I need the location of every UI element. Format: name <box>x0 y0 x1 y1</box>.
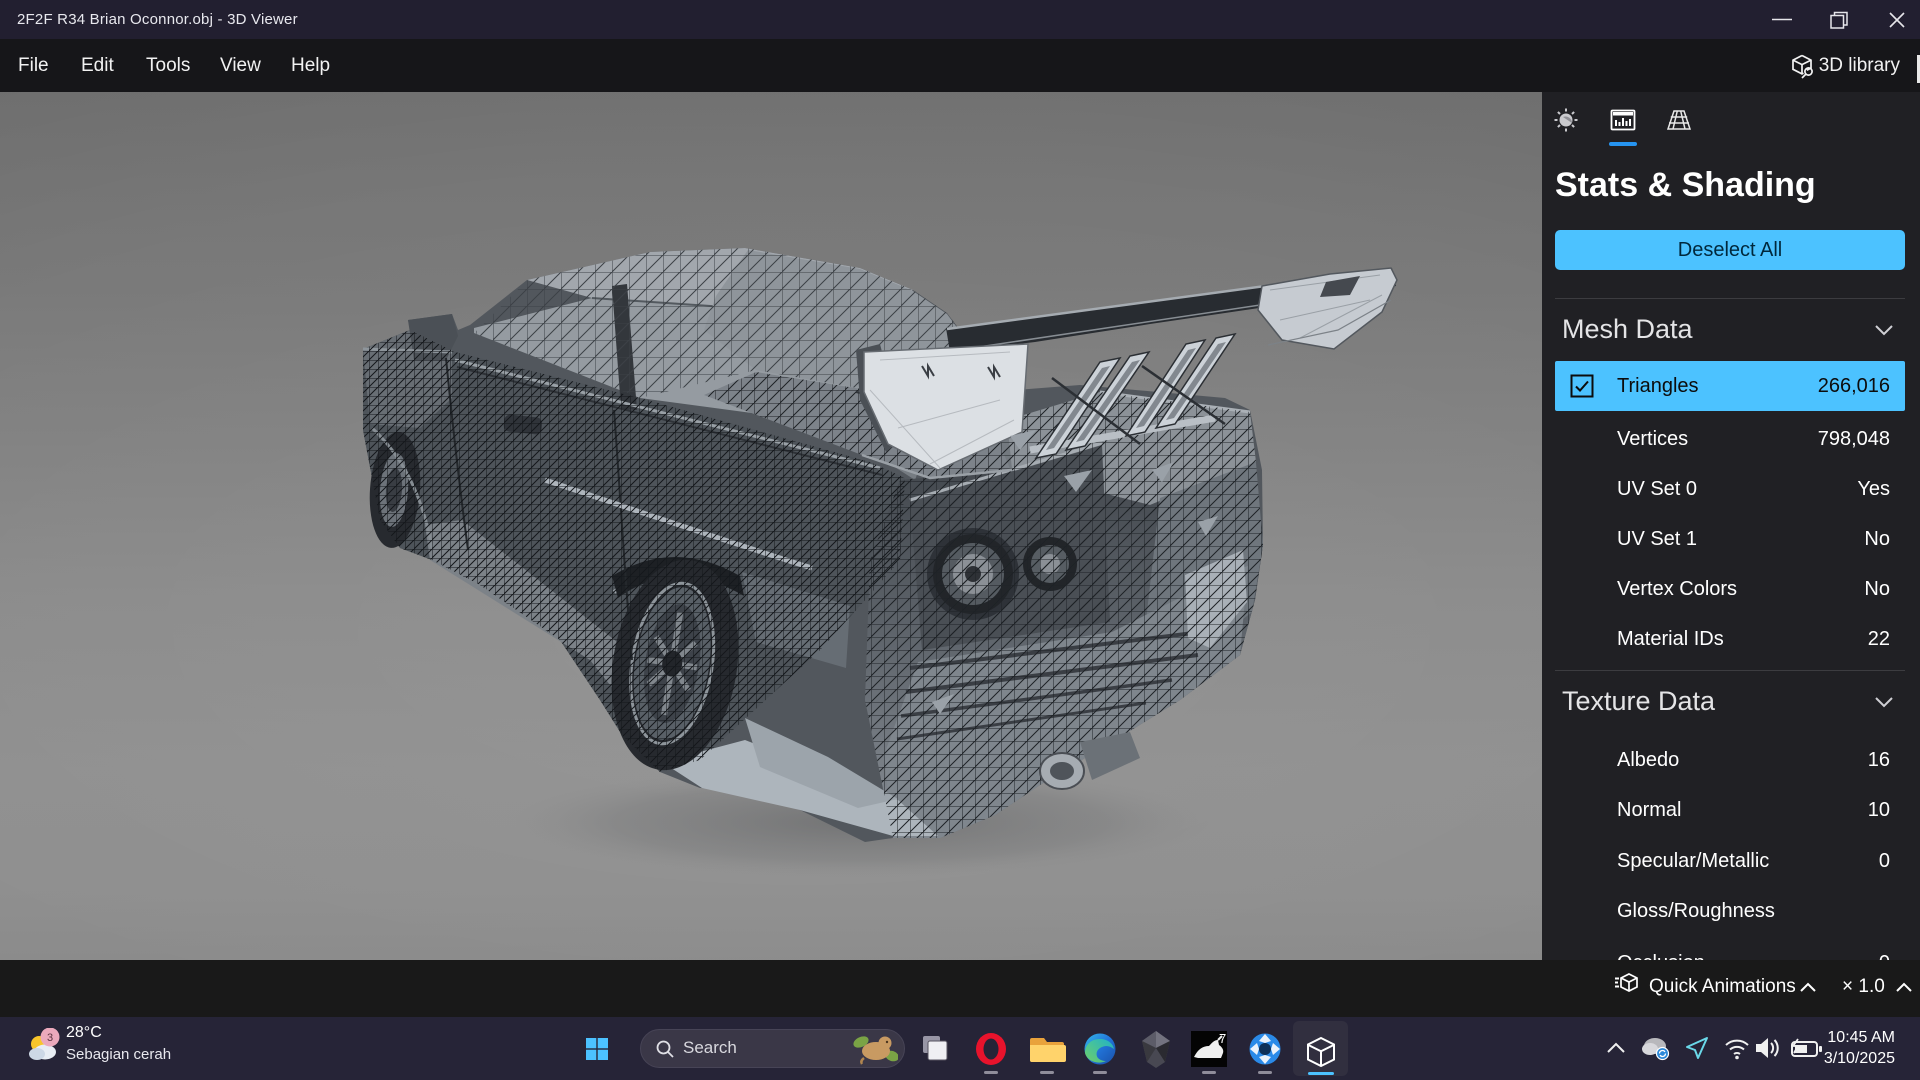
svg-text:3: 3 <box>47 1032 53 1044</box>
